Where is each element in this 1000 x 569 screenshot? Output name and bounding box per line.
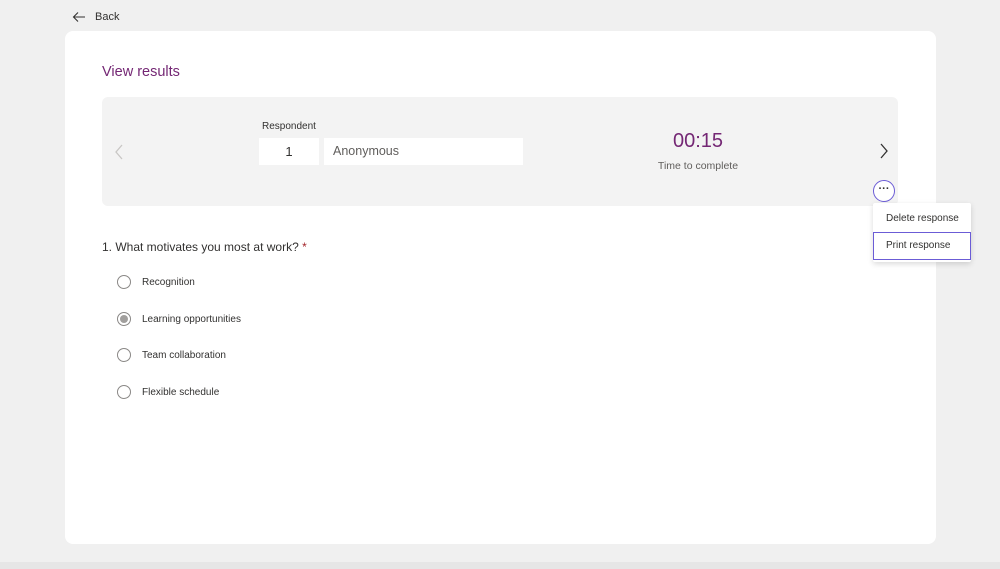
more-icon: ···	[878, 182, 890, 195]
chevron-right-icon[interactable]	[877, 141, 891, 161]
option-label: Recognition	[142, 276, 195, 288]
more-options-button[interactable]: ···	[873, 180, 895, 202]
back-button[interactable]: Back	[72, 8, 119, 26]
required-mark: *	[302, 240, 307, 254]
time-label: Time to complete	[657, 160, 739, 172]
question-title: 1. What motivates you most at work? *	[102, 240, 307, 254]
time-value: 00:15	[672, 130, 724, 152]
radio-button[interactable]	[117, 275, 131, 289]
chevron-left-icon[interactable]	[112, 142, 126, 162]
radio-button-selected[interactable]	[117, 312, 131, 326]
option-label: Flexible schedule	[142, 386, 220, 398]
respondent-label: Respondent	[262, 121, 316, 132]
radio-button[interactable]	[117, 385, 131, 399]
arrow-left-icon	[72, 12, 85, 22]
option-label: Team collaboration	[142, 349, 226, 361]
option-label: Learning opportunities	[142, 313, 241, 325]
option-recognition[interactable]: Recognition	[117, 274, 195, 290]
respondent-panel: Respondent Anonymous 00:15 Time to compl…	[102, 97, 898, 206]
results-card: View results Respondent Anonymous 00:15 …	[65, 31, 936, 544]
option-flexible-schedule[interactable]: Flexible schedule	[117, 384, 219, 400]
back-label: Back	[95, 11, 120, 23]
respondent-number-input[interactable]	[259, 138, 319, 165]
radio-button[interactable]	[117, 348, 131, 362]
bottom-strip	[0, 562, 1000, 569]
respondent-name: Anonymous	[324, 138, 523, 165]
option-learning-opportunities[interactable]: Learning opportunities	[117, 311, 241, 327]
print-response-menu-item[interactable]: Print response	[873, 232, 971, 260]
page-title: View results	[102, 64, 180, 80]
question-text: 1. What motivates you most at work?	[102, 240, 299, 254]
option-team-collaboration[interactable]: Team collaboration	[117, 347, 226, 363]
response-options-menu: Delete response Print response	[873, 203, 971, 262]
delete-response-menu-item[interactable]: Delete response	[873, 205, 971, 233]
